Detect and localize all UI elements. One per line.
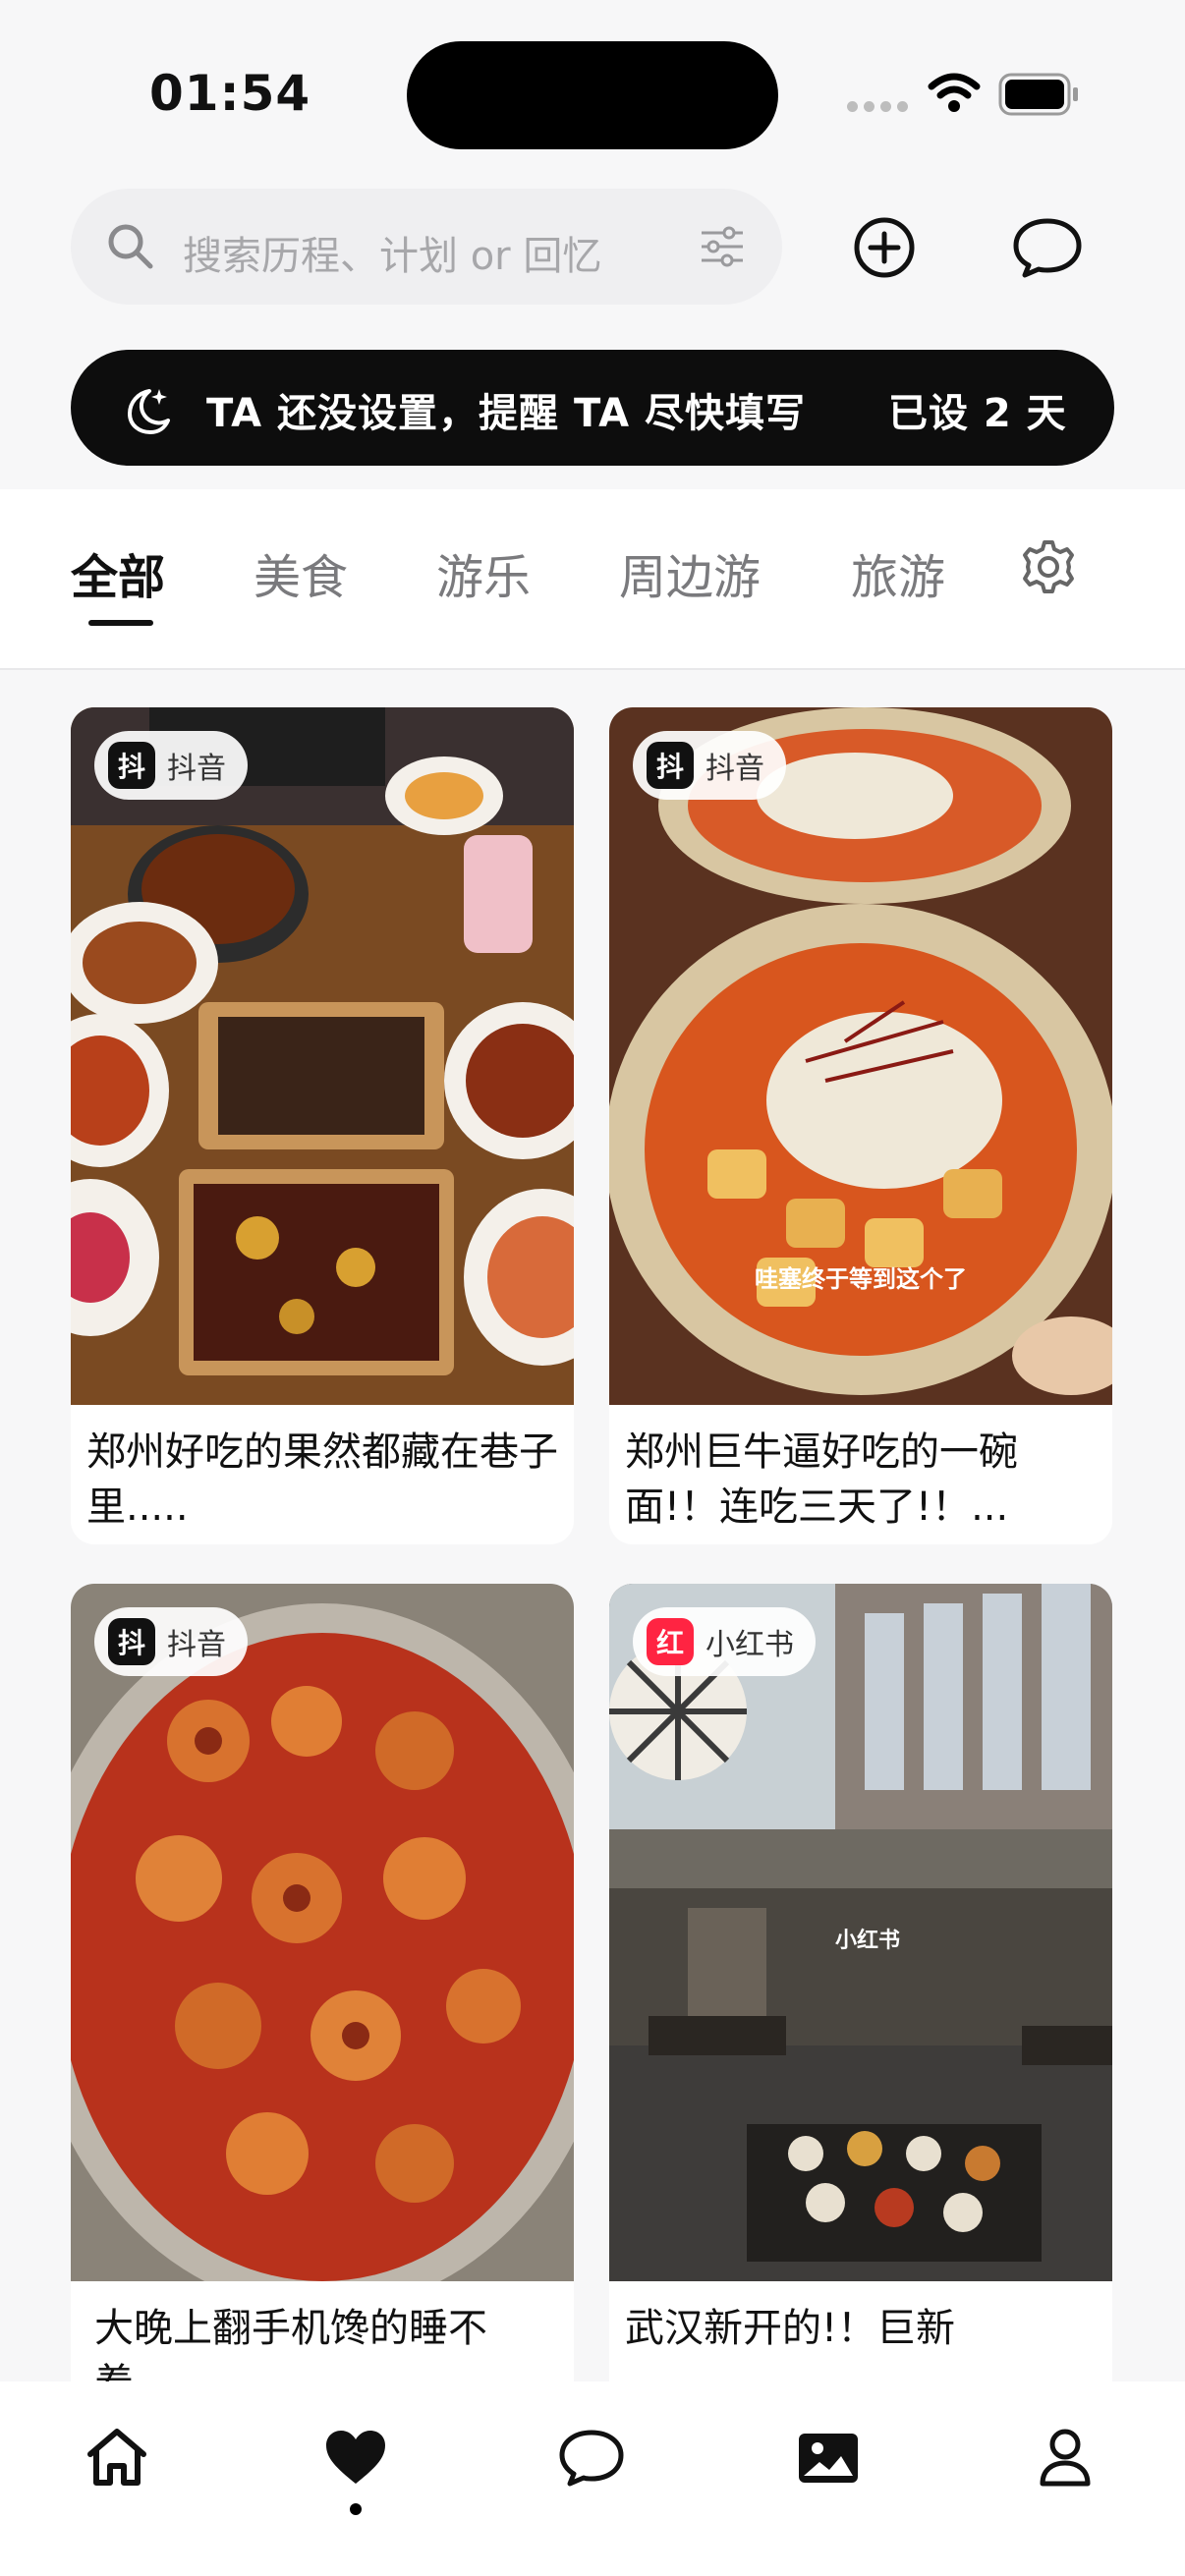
card-title: 武汉新开的!！巨新 [625, 2306, 956, 2351]
source-badge: 抖 抖音 [94, 731, 248, 800]
feed-card[interactable]: 哇塞终于等到这个了 抖 抖音 郑州巨牛逼好吃的一碗面!！连吃三天了!！... [609, 707, 1112, 1544]
wifi-icon [928, 73, 981, 112]
source-badge: 抖 抖音 [94, 1607, 248, 1676]
active-nav-indicator [350, 2503, 362, 2515]
noodle-bowl-photo [609, 707, 1112, 1405]
heart-icon[interactable] [324, 2429, 387, 2486]
battery-icon [998, 73, 1078, 116]
chat-bubble-icon[interactable] [1012, 216, 1083, 279]
search-icon [108, 224, 153, 269]
spicy-seafood-pot-photo [71, 1584, 574, 2281]
source-name: 抖音 [167, 752, 226, 786]
sign-caption: 小红书 [835, 1929, 901, 1953]
video-caption: 哇塞终于等到这个了 [755, 1265, 967, 1293]
person-icon[interactable] [1038, 2427, 1093, 2488]
source-badge: 抖 抖音 [633, 731, 786, 800]
feed-card[interactable]: 抖 抖音 郑州好吃的果然都藏在巷子里..... [71, 707, 574, 1544]
card-title: 郑州巨牛逼好吃的一碗面!！连吃三天了!！... [625, 1429, 1018, 1530]
feed-card[interactable]: 抖 抖音 大晚上翻手机馋的睡不着 [71, 1584, 574, 2468]
dynamic-island [407, 41, 778, 149]
image-icon[interactable] [796, 2431, 861, 2486]
source-name: 抖音 [167, 1628, 226, 1662]
tab-entertainment[interactable]: 游乐 [436, 538, 531, 607]
plus-circle-icon[interactable] [853, 216, 916, 279]
source-name: 抖音 [705, 752, 764, 786]
reminder-message: TA 还没设置，提醒 TA 尽快填写 [206, 391, 807, 436]
gear-icon[interactable] [1020, 538, 1077, 595]
moon-stars-icon [128, 389, 170, 434]
days-set-label: 已设 2 天 [888, 391, 1067, 436]
douyin-app-icon: 抖 [108, 1618, 155, 1665]
cellular-signal-icon [847, 101, 908, 112]
chat-bubble-icon[interactable] [558, 2429, 625, 2488]
filter-sliders-icon[interactable] [700, 226, 745, 267]
source-badge: 红 小红书 [633, 1607, 816, 1676]
tab-travel[interactable]: 旅游 [851, 538, 945, 607]
douyin-app-icon: 抖 [108, 742, 155, 789]
feed-card[interactable]: 小红书 红 小红书 武汉新开的!！巨新 [609, 1584, 1112, 2468]
source-name: 小红书 [705, 1628, 794, 1662]
category-tabs [0, 489, 1185, 668]
food-spread-photo [71, 707, 574, 1405]
tab-food[interactable]: 美食 [254, 538, 348, 607]
douyin-app-icon: 抖 [647, 742, 694, 789]
xiaohongshu-app-icon: 红 [647, 1618, 694, 1665]
divider [0, 668, 1185, 670]
active-tab-indicator [88, 620, 153, 626]
status-time: 01:54 [149, 65, 311, 122]
card-title: 郑州好吃的果然都藏在巷子里..... [86, 1429, 558, 1530]
search-input[interactable]: 搜索历程、计划 or 回忆 [183, 224, 601, 281]
tab-nearby-trips[interactable]: 周边游 [619, 538, 761, 607]
home-icon[interactable] [85, 2427, 149, 2488]
tab-all[interactable]: 全部 [71, 538, 165, 607]
